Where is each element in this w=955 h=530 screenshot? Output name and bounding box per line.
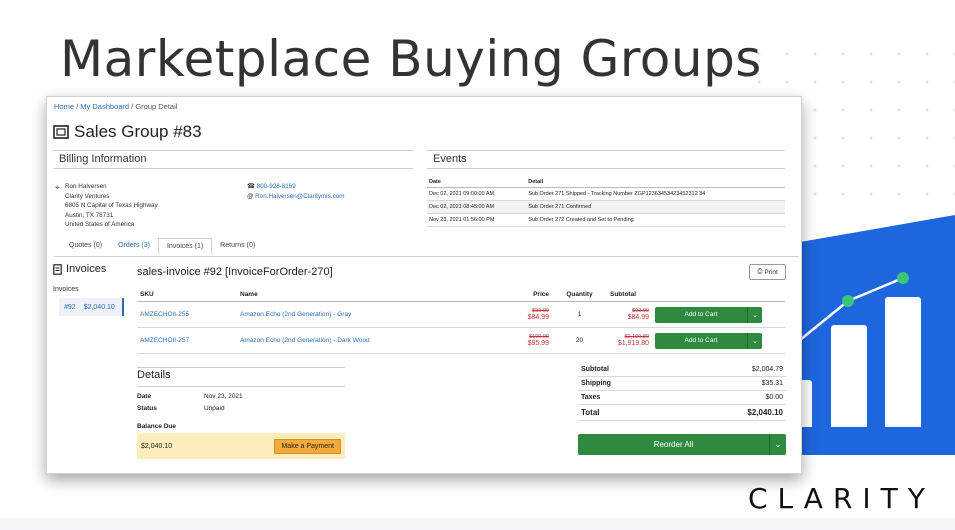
slide: Marketplace Buying Groups CLARITY Home /…	[0, 0, 955, 530]
invoice-items-table: SKU Name Price Quantity Subtotal AMZECHO…	[137, 288, 785, 354]
bottom-strip	[0, 518, 955, 530]
chevron-down-icon[interactable]: ⌄	[769, 434, 786, 455]
details-date: Date Nov 23, 2021	[137, 393, 243, 400]
sku-link[interactable]: AMZECHOII-255	[137, 301, 237, 328]
chart-graphic-line	[799, 272, 909, 341]
document-icon	[53, 263, 62, 275]
billing-address: Ron Halversen Clarity Ventures 6805 N Ca…	[65, 182, 158, 230]
balance-due-box: $2,040.10 Make a Payment	[137, 433, 345, 459]
address-line: Ron Halversen	[65, 183, 107, 190]
details-heading: Details	[137, 369, 171, 381]
add-to-cart-button[interactable]: Add to Cart ⌄	[655, 306, 762, 323]
invoices-label: Invoices	[53, 286, 79, 293]
phone-icon: ☎	[247, 183, 255, 190]
group-title-text: Sales Group #83	[74, 122, 202, 141]
page-title: Sales Group #83	[53, 122, 202, 142]
divider	[427, 168, 785, 169]
details-status: Status Unpaid	[137, 405, 225, 412]
column-header: Date	[427, 177, 527, 188]
chevron-down-icon[interactable]: ⌄	[747, 332, 762, 349]
tabs-divider	[54, 256, 799, 257]
divider	[137, 367, 345, 368]
slide-title: Marketplace Buying Groups	[60, 30, 762, 88]
events-heading: Events	[433, 153, 467, 165]
chart-graphic-dot	[897, 272, 909, 284]
location-pin-icon: ⌖	[55, 183, 60, 192]
billing-contact: ☎ 800-928-8169 @ Ron.Halversen@Claritymi…	[247, 182, 344, 202]
table-row: Dec 02, 2021 08:45:00 AM Sub Order 271 Co…	[427, 200, 785, 214]
divider	[427, 150, 785, 151]
phone-link[interactable]: 800-928-8169	[257, 183, 296, 190]
table-row: AMZECHOII-255 Amazon Echo (2nd Generatio…	[137, 301, 785, 328]
tab-quotes[interactable]: Quotes (0)	[61, 238, 110, 255]
email-link[interactable]: Ron.Halversen@Claritymis.com	[255, 193, 344, 200]
table-row: Dec 02, 2021 09:00:00 AM Sub Order 271 Sh…	[427, 187, 785, 201]
tab-returns[interactable]: Returns (0)	[212, 238, 263, 255]
product-link[interactable]: Amazon Echo (2nd Generation) - Dark Wood	[237, 327, 507, 354]
column-header: Name	[237, 288, 507, 302]
table-row: Nov 23, 2021 01:56:00 PM Sub Order 272 Cr…	[427, 213, 785, 227]
add-to-cart-button[interactable]: Add to Cart ⌄	[655, 332, 762, 349]
breadcrumb-dashboard[interactable]: My Dashboard	[80, 102, 129, 111]
column-header: Subtotal	[607, 288, 652, 302]
chevron-down-icon[interactable]: ⌄	[747, 306, 762, 323]
divider	[53, 168, 413, 169]
address-line: Clarity Ventures	[65, 192, 110, 200]
address-line: 6805 N Capital of Texas Highway	[65, 202, 158, 209]
group-icon	[53, 125, 69, 139]
column-header: SKU	[137, 288, 237, 302]
clarity-logo: CLARITY	[748, 482, 935, 515]
column-header: Quantity	[552, 288, 607, 302]
app-window: Home / My Dashboard / Group Detail Sales…	[46, 96, 802, 474]
totals-table: Subtotal $2,004.79 Shipping $35.31 Taxes $0…	[578, 363, 786, 421]
balance-due-label: Balance Due	[137, 423, 177, 430]
events-table: Date Detail Dec 02, 2021 09:00:00 AM Sub …	[427, 177, 785, 227]
billing-heading: Billing Information	[59, 153, 147, 165]
chart-graphic-dot	[842, 295, 854, 307]
reorder-all-button[interactable]: Reorder All ⌄	[578, 434, 786, 455]
balance-due-value: $2,040.10	[141, 442, 173, 450]
divider	[53, 150, 413, 151]
make-payment-button[interactable]: Make a Payment	[274, 438, 341, 454]
invoices-sidebar-heading: Invoices	[53, 263, 106, 275]
tab-invoices[interactable]: Invoices (1)	[157, 238, 213, 255]
tab-bar: Quotes (0) Orders (3) Invoices (1) Retur…	[61, 238, 263, 255]
address-line: United States of America	[65, 221, 135, 228]
column-header: Price	[507, 288, 552, 302]
column-header: Detail	[526, 177, 785, 188]
print-button[interactable]: ⎙ Print	[749, 264, 786, 280]
divider	[137, 386, 345, 387]
tab-orders[interactable]: Orders (3)	[110, 238, 158, 255]
invoice-title: sales-invoice #92 [InvoiceForOrder-270]	[137, 266, 333, 278]
invoice-list-item[interactable]: #92 $2,040.10	[59, 298, 124, 316]
printer-icon: ⎙	[757, 268, 763, 275]
table-row: AMZECHOII-257 Amazon Echo (2nd Generatio…	[137, 327, 785, 354]
address-line: Austin, TX 78731	[65, 211, 114, 219]
breadcrumb: Home / My Dashboard / Group Detail	[54, 102, 178, 111]
breadcrumb-current: Group Detail	[135, 102, 178, 111]
email-icon: @	[247, 193, 254, 200]
product-link[interactable]: Amazon Echo (2nd Generation) - Gray	[237, 301, 507, 328]
sku-link[interactable]: AMZECHOII-257	[137, 327, 237, 354]
breadcrumb-home[interactable]: Home	[54, 102, 74, 111]
